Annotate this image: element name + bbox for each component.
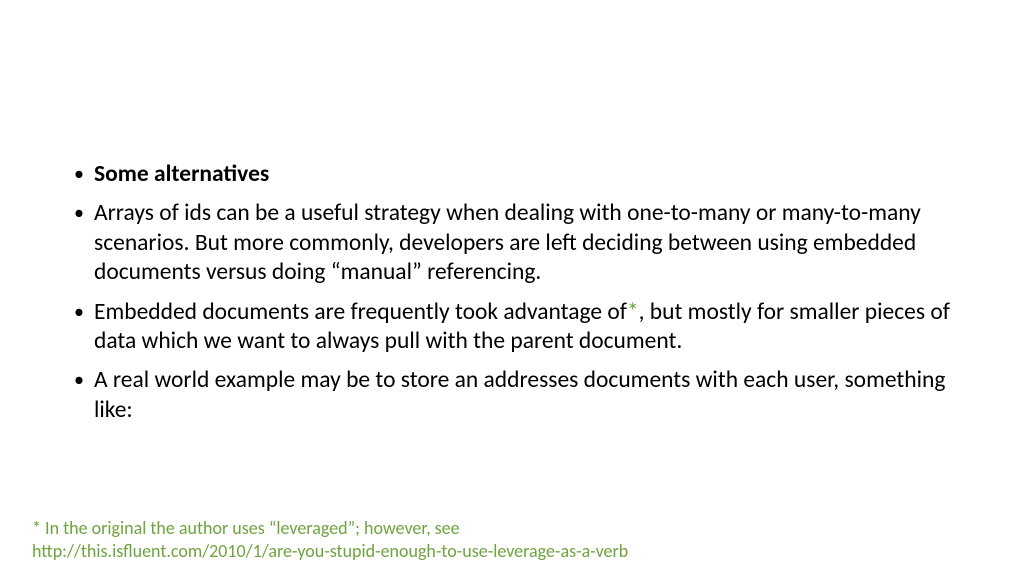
bullet-text: Arrays of ids can be a useful strategy w…	[94, 199, 921, 286]
footnote-line: * In the original the author uses “lever…	[32, 517, 984, 540]
asterisk-icon: *	[627, 298, 639, 326]
bullet-list: Some alternatives Arrays of ids can be a…	[70, 160, 954, 425]
bullet-heading-text: Some alternatives	[94, 160, 269, 188]
slide: Some alternatives Arrays of ids can be a…	[0, 0, 1024, 576]
bullet-item: A real world example may be to store an …	[70, 366, 954, 425]
bullet-text-pre: Embedded documents are frequently took a…	[94, 298, 627, 326]
bullet-heading: Some alternatives	[70, 160, 954, 189]
bullet-item: Embedded documents are frequently took a…	[70, 298, 954, 357]
footnote-link: http://this.isfluent.com/2010/1/are-you-…	[32, 540, 984, 563]
bullet-item: Arrays of ids can be a useful strategy w…	[70, 199, 954, 287]
footnote: * In the original the author uses “lever…	[32, 517, 984, 562]
bullet-text: A real world example may be to store an …	[94, 366, 945, 423]
